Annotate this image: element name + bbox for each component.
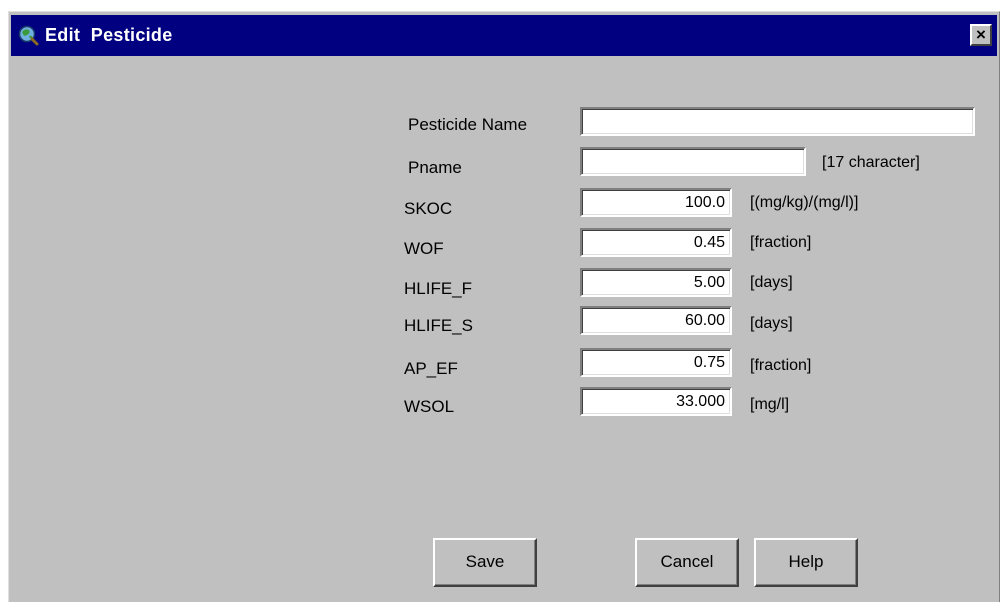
hlife-s-label: HLIFE_S <box>404 316 473 335</box>
ap-ef-unit: [fraction] <box>750 357 812 374</box>
wsol-input[interactable] <box>580 387 732 416</box>
wsol-unit: [mg/l] <box>750 396 790 413</box>
pname-label: Pname <box>408 158 462 177</box>
wsol-label: WSOL <box>404 397 455 416</box>
skoc-unit: [(mg/kg)/(mg/l)] <box>750 194 859 211</box>
cancel-button[interactable]: Cancel <box>635 538 739 587</box>
pesticide-name-label: Pesticide Name <box>408 115 528 134</box>
edit-pesticide-dialog: Edit Pesticide × Pesticide Name Pname [1… <box>8 11 1000 602</box>
pesticide-app-icon <box>18 25 39 46</box>
hlife-f-unit: [days] <box>750 274 793 291</box>
title-bar[interactable]: Edit Pesticide × <box>11 15 997 56</box>
skoc-input[interactable] <box>580 188 732 217</box>
pname-unit: [17 character] <box>822 154 920 171</box>
wof-label: WOF <box>404 239 444 258</box>
wof-unit: [fraction] <box>750 234 812 251</box>
close-button[interactable]: × <box>970 24 992 46</box>
hlife-f-input[interactable] <box>580 268 732 297</box>
window-title: Edit Pesticide <box>45 25 173 45</box>
save-button[interactable]: Save <box>433 538 537 587</box>
hlife-s-input[interactable] <box>580 306 732 335</box>
close-icon: × <box>976 25 986 44</box>
hlife-s-unit: [days] <box>750 315 793 332</box>
skoc-label: SKOC <box>404 199 453 218</box>
pname-input[interactable] <box>580 147 806 176</box>
wof-input[interactable] <box>580 228 732 257</box>
ap-ef-input[interactable] <box>580 348 732 377</box>
ap-ef-label: AP_EF <box>404 359 458 378</box>
pesticide-name-input[interactable] <box>580 107 975 136</box>
help-button[interactable]: Help <box>754 538 858 587</box>
hlife-f-label: HLIFE_F <box>404 279 473 298</box>
